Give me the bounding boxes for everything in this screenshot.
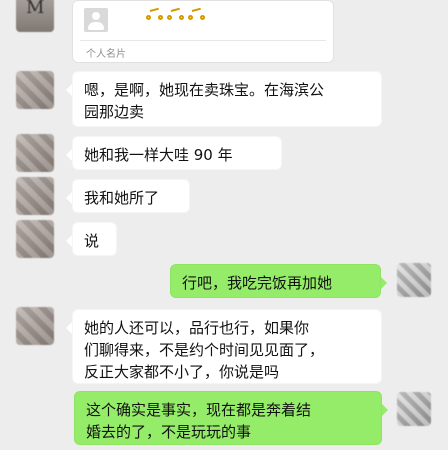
self-avatar[interactable] (397, 263, 431, 297)
message-bubble-left: 说 (66, 222, 117, 256)
bike-icon (146, 7, 163, 20)
bike-icon (188, 7, 205, 20)
sender-avatar[interactable] (16, 177, 54, 215)
contact-avatar[interactable]: M (16, 0, 54, 32)
message-bubble-left: 她和我一样大哇 90 年 (66, 136, 282, 170)
message-bubble-right: 这个确实是事实，现在都是奔着结 婚去的了，不是玩玩的事 (74, 391, 388, 445)
card-label: 个人名片 (86, 49, 126, 60)
person-icon (84, 8, 108, 32)
sender-avatar[interactable] (16, 220, 54, 258)
card-icons (146, 7, 205, 20)
contact-card[interactable]: 个人名片 (72, 0, 334, 63)
bike-icon (167, 7, 184, 20)
person-head-icon (92, 12, 100, 20)
message-bubble-left: 嗯，是啊，她现在卖珠宝。在海滨公 园那边卖 (66, 71, 382, 127)
sender-avatar[interactable] (16, 134, 54, 172)
sender-avatar[interactable] (16, 307, 54, 345)
sender-avatar[interactable] (16, 71, 54, 109)
message-bubble-left: 我和她所了 (66, 179, 190, 213)
message-bubble-right: 行吧，我吃完饭再加她 (170, 264, 387, 298)
avatar-letter: M (26, 0, 45, 18)
message-bubble-left: 她的人还可以，品行也行，如果你 们聊得来，不是约个时间见见面了， 反正大家都不小… (66, 309, 382, 384)
self-avatar[interactable] (397, 392, 431, 426)
card-divider (80, 40, 326, 41)
person-body-icon (88, 22, 104, 30)
